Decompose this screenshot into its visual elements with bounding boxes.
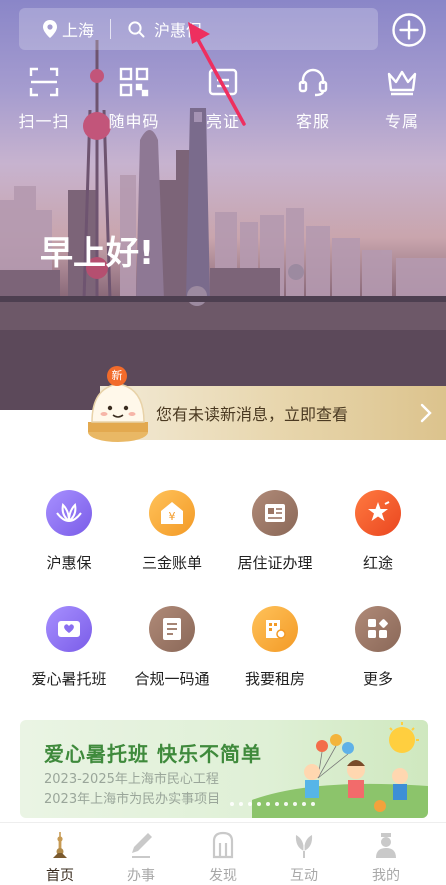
service-label: 更多	[362, 670, 393, 688]
location-label: 上海	[62, 21, 95, 40]
service-rent-house[interactable]: 我要租房	[225, 606, 325, 689]
service-huhuibao[interactable]: 沪惠保	[19, 490, 119, 573]
tab-profile[interactable]: 我的	[346, 831, 426, 885]
tab-label: 发现	[209, 868, 237, 884]
add-icon[interactable]	[391, 12, 427, 48]
quick-action-scan[interactable]: 扫一扫	[4, 66, 84, 132]
service-label: 红途	[362, 554, 393, 572]
tab-services[interactable]: 办事	[101, 831, 181, 885]
service-residence-permit[interactable]: 居住证办理	[225, 490, 325, 573]
tab-home[interactable]: 首页	[20, 831, 100, 885]
bottom-tab-bar: 首页 办事 发现 互动 我的	[0, 822, 446, 885]
service-icon-circle	[252, 490, 298, 536]
tab-label: 办事	[127, 868, 155, 884]
service-label: 居住证办理	[237, 554, 313, 572]
quick-action-qr[interactable]: 随申码	[94, 66, 174, 132]
more-grid-icon	[368, 619, 388, 638]
tab-interact[interactable]: 互动	[264, 831, 344, 885]
quick-action-label: 客服	[295, 112, 330, 131]
svg-text:¥: ¥	[169, 510, 176, 523]
service-compliance-code[interactable]: 合规一码通	[122, 606, 222, 689]
tab-label: 互动	[290, 868, 318, 884]
crown-icon	[387, 70, 417, 96]
tab-label: 首页	[46, 868, 74, 884]
service-sanjin-bill[interactable]: ¥ 三金账单	[122, 490, 222, 573]
scan-icon	[29, 67, 59, 97]
promo-title: 爱心暑托班 快乐不简单	[44, 742, 262, 766]
discover-icon	[212, 831, 234, 859]
tab-label: 我的	[372, 868, 400, 884]
quick-action-service[interactable]: 客服	[273, 66, 353, 132]
service-summer-care[interactable]: 爱心暑托班	[19, 606, 119, 689]
document-icon	[163, 618, 181, 640]
service-label: 三金账单	[141, 554, 202, 572]
rent-house-icon	[266, 620, 286, 639]
quick-action-label: 随申码	[108, 112, 160, 131]
service-icon-circle	[46, 606, 92, 652]
quick-action-exclusive[interactable]: 专属	[362, 66, 442, 132]
service-label: 爱心暑托班	[31, 670, 107, 688]
greeting-text: 早上好!	[40, 233, 155, 272]
service-label: 沪惠保	[46, 554, 92, 572]
service-label: 我要租房	[244, 670, 305, 688]
new-badge: 新	[107, 366, 127, 386]
annotation-arrow-icon	[188, 22, 246, 126]
service-icon-circle	[149, 606, 195, 652]
location-selector[interactable]: 上海	[43, 17, 94, 41]
quick-action-label: 专属	[384, 112, 419, 131]
message-text: 您有未读新消息，立即查看	[156, 405, 349, 424]
heart-card-icon	[58, 621, 80, 637]
service-hongtu[interactable]: 红途	[328, 490, 428, 573]
location-pin-icon	[43, 20, 57, 38]
service-icon-circle: ¥	[149, 490, 195, 536]
service-icon-circle	[46, 490, 92, 536]
search-divider	[110, 19, 112, 39]
pen-icon	[132, 833, 152, 858]
promo-subtitle-1: 2023-2025年上海市民心工程	[44, 772, 219, 787]
quick-action-label: 扫一扫	[18, 112, 70, 131]
headset-icon	[298, 68, 328, 97]
money-house-icon: ¥	[161, 502, 183, 524]
flower-icon	[295, 834, 313, 858]
star-flag-icon	[368, 501, 390, 521]
home-tower-icon	[53, 832, 67, 858]
service-label: 合规一码通	[134, 670, 210, 688]
service-icon-circle	[252, 606, 298, 652]
residence-card-icon	[265, 504, 285, 522]
lotus-icon	[56, 502, 82, 523]
unread-message-banner[interactable]: 您有未读新消息，立即查看	[100, 386, 446, 440]
qr-code-icon	[119, 67, 149, 97]
promo-banner[interactable]: 爱心暑托班 快乐不简单 2023-2025年上海市民心工程 2023年上海市为民…	[20, 720, 428, 818]
service-more[interactable]: 更多	[328, 606, 428, 689]
promo-subtitle-2: 2023年上海市为民办实事项目	[44, 792, 221, 807]
service-icon-circle	[355, 606, 401, 652]
chevron-right-icon	[420, 403, 432, 423]
service-icon-circle	[355, 490, 401, 536]
search-icon	[128, 20, 145, 37]
profile-icon	[376, 833, 396, 858]
tab-discover[interactable]: 发现	[183, 831, 263, 885]
carousel-dots	[230, 802, 320, 806]
